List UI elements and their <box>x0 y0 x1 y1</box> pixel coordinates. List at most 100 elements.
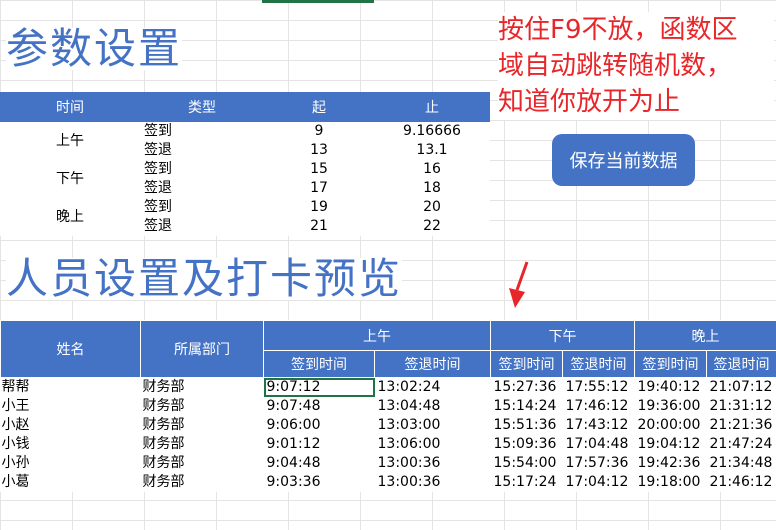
params-row: 晚上 签到 19 20 <box>0 198 490 225</box>
department-cell[interactable]: 财务部 <box>141 435 264 454</box>
name-cell[interactable]: 小葛 <box>1 473 141 492</box>
afternoon-out-cell[interactable]: 17:43:12 <box>563 416 635 435</box>
table-row: 小钱 财务部 9:01:12 13:06:00 15:09:36 17:04:48 19:0… <box>1 435 776 454</box>
evening-in-cell[interactable]: 19:42:36 <box>635 454 707 473</box>
afternoon-in-cell[interactable]: 15:27:36 <box>491 378 563 398</box>
start-cell[interactable]: 15 <box>264 160 374 179</box>
afternoon-out-cell[interactable]: 17:04:12 <box>563 473 635 492</box>
name-cell[interactable]: 小钱 <box>1 435 141 454</box>
morning-in-cell[interactable]: 9:01:12 <box>264 435 375 454</box>
morning-in-cell[interactable]: 9:07:12 <box>263 377 375 397</box>
table-row: 帮帮 财务部 9:07:12 13:02:24 15:27:36 17:55:12 19:4… <box>1 377 776 398</box>
params-row: 上午 签到 9 9.16666 <box>0 122 490 149</box>
afternoon-in-cell[interactable]: 15:09:36 <box>491 435 563 454</box>
header-afternoon-out[interactable]: 签退时间 <box>562 350 635 378</box>
department-cell[interactable]: 财务部 <box>141 416 264 435</box>
evening-in-cell[interactable]: 19:36:00 <box>635 397 707 416</box>
evening-out-cell[interactable]: 21:47:24 <box>707 435 776 454</box>
header-name[interactable]: 姓名 <box>0 320 141 378</box>
morning-out-cell[interactable]: 13:06:00 <box>375 435 491 454</box>
evening-in-cell[interactable]: 19:40:12 <box>635 378 707 398</box>
evening-out-cell[interactable]: 21:46:12 <box>707 473 776 492</box>
start-cell[interactable]: 13 <box>264 141 374 160</box>
end-cell[interactable]: 22 <box>374 217 490 236</box>
evening-in-cell[interactable]: 19:18:00 <box>635 473 707 492</box>
header-afternoon[interactable]: 下午 <box>490 320 635 351</box>
header-end[interactable]: 止 <box>374 92 490 122</box>
afternoon-out-cell[interactable]: 17:04:48 <box>563 435 635 454</box>
morning-in-cell[interactable]: 9:07:48 <box>264 397 375 416</box>
afternoon-in-cell[interactable]: 15:54:00 <box>491 454 563 473</box>
evening-out-cell[interactable]: 21:34:48 <box>707 454 776 473</box>
type-cell[interactable]: 签到 <box>140 160 264 179</box>
header-department[interactable]: 所属部门 <box>140 320 264 378</box>
end-cell[interactable]: 20 <box>374 198 490 217</box>
params-title: 参数设置 <box>6 24 183 73</box>
type-cell[interactable]: 签退 <box>140 217 264 236</box>
afternoon-in-cell[interactable]: 15:17:24 <box>491 473 563 492</box>
name-cell[interactable]: 小王 <box>1 397 141 416</box>
morning-out-cell[interactable]: 13:02:24 <box>375 378 491 398</box>
name-cell[interactable]: 小赵 <box>1 416 141 435</box>
morning-out-cell[interactable]: 13:04:48 <box>375 397 491 416</box>
afternoon-out-cell[interactable]: 17:46:12 <box>563 397 635 416</box>
afternoon-in-cell[interactable]: 15:51:36 <box>491 416 563 435</box>
morning-out-cell[interactable]: 13:03:00 <box>375 416 491 435</box>
department-cell[interactable]: 财务部 <box>141 454 264 473</box>
header-evening[interactable]: 晚上 <box>634 320 776 351</box>
afternoon-out-cell[interactable]: 17:57:36 <box>563 454 635 473</box>
table-row: 小葛 财务部 9:03:36 13:00:36 15:17:24 17:04:12 19:1… <box>1 473 776 492</box>
morning-in-cell[interactable]: 9:04:48 <box>264 454 375 473</box>
personnel-title: 人员设置及打卡预览 <box>6 254 403 303</box>
name-cell[interactable]: 小孙 <box>1 454 141 473</box>
period-cell[interactable]: 下午 <box>0 160 140 198</box>
header-evening-in[interactable]: 签到时间 <box>634 350 707 378</box>
header-evening-out[interactable]: 签退时间 <box>706 350 776 378</box>
period-cell[interactable]: 晚上 <box>0 198 140 236</box>
end-cell[interactable]: 13.1 <box>374 141 490 160</box>
header-morning-in[interactable]: 签到时间 <box>263 350 375 378</box>
type-cell[interactable]: 签到 <box>140 198 264 217</box>
params-row: 下午 签到 15 16 <box>0 160 490 187</box>
evening-out-cell[interactable]: 21:31:12 <box>707 397 776 416</box>
note-line-1: 按住F9不放，函数区 <box>498 15 738 45</box>
afternoon-in-cell[interactable]: 15:14:24 <box>491 397 563 416</box>
end-cell[interactable]: 16 <box>374 160 490 179</box>
type-cell[interactable]: 签到 <box>140 122 264 141</box>
header-afternoon-in[interactable]: 签到时间 <box>490 350 563 378</box>
end-cell[interactable]: 9.16666 <box>374 122 490 141</box>
name-cell[interactable]: 帮帮 <box>1 378 141 398</box>
type-cell[interactable]: 签退 <box>140 141 264 160</box>
header-morning[interactable]: 上午 <box>263 320 491 351</box>
morning-in-cell[interactable]: 9:03:36 <box>264 473 375 492</box>
header-start[interactable]: 起 <box>264 92 374 122</box>
type-cell[interactable]: 签退 <box>140 179 264 198</box>
header-time[interactable]: 时间 <box>0 92 140 122</box>
save-current-data-button[interactable]: 保存当前数据 <box>552 134 695 186</box>
table-row: 小王 财务部 9:07:48 13:04:48 15:14:24 17:46:12 19:3… <box>1 397 776 416</box>
attendance-table: 姓名 所属部门 上午 下午 晚上 签到时间 签退时间 签到时间 签退时间 签到时… <box>0 320 776 492</box>
start-cell[interactable]: 21 <box>264 217 374 236</box>
column-selection-indicator <box>262 0 374 3</box>
department-cell[interactable]: 财务部 <box>141 378 264 398</box>
header-type[interactable]: 类型 <box>140 92 264 122</box>
department-cell[interactable]: 财务部 <box>141 473 264 492</box>
start-cell[interactable]: 9 <box>264 122 374 141</box>
start-cell[interactable]: 17 <box>264 179 374 198</box>
morning-out-cell[interactable]: 13:00:36 <box>375 473 491 492</box>
instruction-note: 按住F9不放，函数区 域自动跳转随机数， 知道你放开为止 <box>498 12 774 120</box>
period-cell[interactable]: 上午 <box>0 122 140 160</box>
table-row: 小孙 财务部 9:04:48 13:00:36 15:54:00 17:57:36 19:4… <box>1 454 776 473</box>
table-row: 小赵 财务部 9:06:00 13:03:00 15:51:36 17:43:12 20:0… <box>1 416 776 435</box>
evening-out-cell[interactable]: 21:07:12 <box>707 378 776 398</box>
evening-in-cell[interactable]: 20:00:00 <box>635 416 707 435</box>
afternoon-out-cell[interactable]: 17:55:12 <box>563 378 635 398</box>
start-cell[interactable]: 19 <box>264 198 374 217</box>
morning-out-cell[interactable]: 13:00:36 <box>375 454 491 473</box>
header-morning-out[interactable]: 签退时间 <box>374 350 491 378</box>
department-cell[interactable]: 财务部 <box>141 397 264 416</box>
morning-in-cell[interactable]: 9:06:00 <box>264 416 375 435</box>
evening-out-cell[interactable]: 21:21:36 <box>707 416 776 435</box>
evening-in-cell[interactable]: 19:04:12 <box>635 435 707 454</box>
end-cell[interactable]: 18 <box>374 179 490 198</box>
